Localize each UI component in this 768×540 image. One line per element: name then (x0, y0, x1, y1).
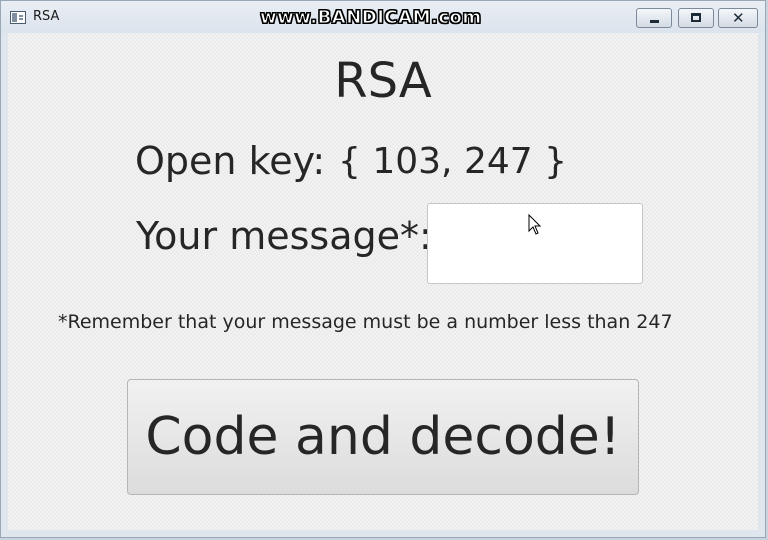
message-label: Your message*: (136, 214, 432, 258)
client-area: RSA Open key: { 103, 247 } Your message*… (8, 33, 758, 530)
maximize-icon (691, 13, 701, 22)
mouse-pointer-icon (528, 214, 542, 235)
minimize-button[interactable] (636, 8, 672, 28)
app-window: RSA www.BANDICAM.com ✕ RSA Open key: { 1… (0, 0, 766, 538)
message-note: *Remember that your message must be a nu… (58, 311, 673, 333)
maximize-button[interactable] (678, 8, 714, 28)
close-icon: ✕ (732, 9, 745, 27)
close-button[interactable]: ✕ (718, 8, 758, 28)
window-title: RSA (33, 9, 60, 24)
open-key-value: { 103, 247 } (338, 141, 568, 182)
watermark-text: www.BANDICAM.com (260, 7, 482, 29)
minimize-icon (650, 20, 659, 23)
open-key-label: Open key: (135, 139, 326, 183)
code-and-decode-button[interactable]: Code and decode! (127, 379, 639, 495)
app-icon (10, 11, 26, 24)
page-title: RSA (334, 53, 432, 109)
title-bar[interactable]: RSA www.BANDICAM.com ✕ (1, 1, 765, 33)
